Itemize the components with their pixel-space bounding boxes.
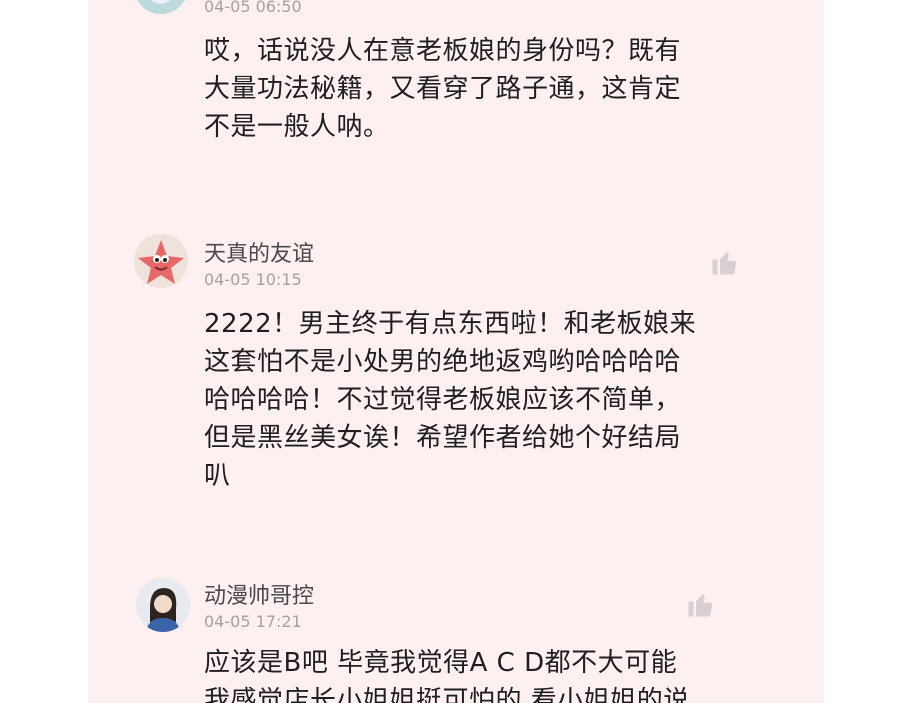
comment-line: 我感觉店长小姐姐挺可怕的 看小姐姐的说 <box>204 686 690 703</box>
comment-line: 2222！男主终于有点东西啦！和老板娘来 <box>204 309 697 339</box>
comment-time: 04-05 17:21 <box>204 612 302 631</box>
comment-time: 04-05 06:50 <box>204 0 302 16</box>
comment-line: 应该是B吧 毕竟我觉得A C D都不大可能 <box>204 648 678 678</box>
comment-username[interactable]: 动漫帅哥控 <box>204 578 314 610</box>
avatar[interactable] <box>134 234 188 288</box>
girl-avatar-icon <box>136 578 190 632</box>
comment-text: 2222！男主终于有点东西啦！和老板娘来 这套怕不是小处男的绝地返鸡哟哈哈哈哈 … <box>204 305 784 495</box>
comment-line: 这套怕不是小处男的绝地返鸡哟哈哈哈哈 <box>204 347 682 377</box>
thumbs-up-icon[interactable] <box>710 247 740 277</box>
patrick-star-icon <box>134 234 188 288</box>
avatar[interactable] <box>136 578 190 632</box>
comment-username[interactable]: 天真的友谊 <box>204 236 314 268</box>
avatar[interactable] <box>134 0 188 14</box>
comment-text: 哎，话说没人在意老板娘的身份吗？既有 大量功法秘籍，又看穿了路子通，这肯定 不是… <box>204 32 784 146</box>
comment-line: 叭 <box>204 461 231 491</box>
comment-line: 大量功法秘籍，又看穿了路子通，这肯定 <box>204 74 682 104</box>
thumbs-up-icon[interactable] <box>686 589 716 619</box>
comment-time: 04-05 10:15 <box>204 270 302 289</box>
comment-line: 但是黑丝美女诶！希望作者给她个好结局 <box>204 423 682 453</box>
comment-text: 应该是B吧 毕竟我觉得A C D都不大可能 我感觉店长小姐姐挺可怕的 看小姐姐的… <box>204 644 784 703</box>
comment-line: 哈哈哈哈！不过觉得老板娘应该不简单， <box>204 385 682 415</box>
comment-line: 不是一般人呐。 <box>204 112 390 142</box>
comment-line: 哎，话说没人在意老板娘的身份吗？既有 <box>204 36 682 66</box>
comments-panel: 04-05 06:50 哎，话说没人在意老板娘的身份吗？既有 大量功法秘籍，又看… <box>88 0 824 703</box>
